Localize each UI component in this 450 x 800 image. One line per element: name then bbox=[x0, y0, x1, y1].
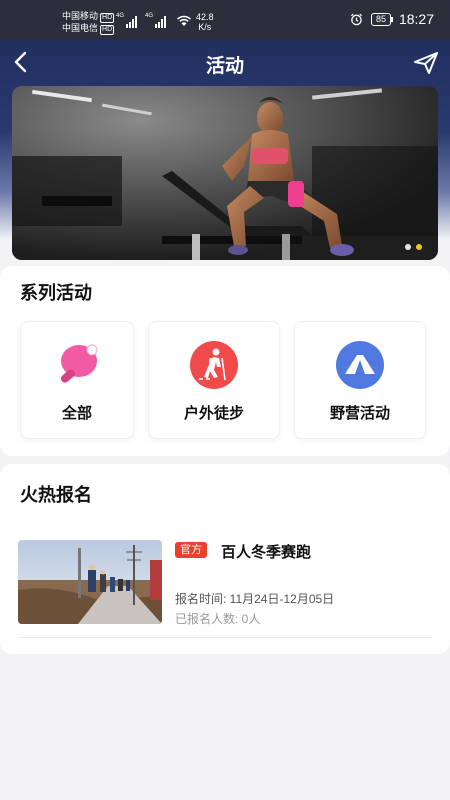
tent-icon bbox=[336, 341, 384, 389]
hot-registration-card: 火热报名 官方 百人冬季赛跑 报名时间: 11月24日-12月05日 已报名人数… bbox=[0, 464, 450, 654]
share-send-icon[interactable] bbox=[412, 50, 440, 76]
section-title-hot: 火热报名 bbox=[20, 485, 92, 505]
alarm-icon bbox=[350, 13, 362, 25]
banner-image bbox=[12, 86, 438, 260]
category-label: 全部 bbox=[61, 405, 92, 422]
nav-bar: 活动 bbox=[0, 40, 450, 86]
category-tile-hiking[interactable]: 户外徒步 bbox=[148, 321, 280, 439]
event-list-item[interactable]: 官方 百人冬季赛跑 报名时间: 11月24日-12月05日 已报名人数: 0人 bbox=[18, 538, 432, 638]
banner-carousel[interactable] bbox=[12, 86, 438, 260]
series-activities-card: 系列活动 全部 户外徒步 野营活动 bbox=[0, 266, 450, 456]
ping-pong-icon bbox=[60, 344, 98, 383]
hiking-icon bbox=[190, 341, 238, 389]
page-title: 活动 bbox=[205, 56, 244, 77]
hd-badge: HD bbox=[100, 25, 115, 35]
official-tag: 官方 bbox=[175, 542, 207, 558]
event-registration-time: 报名时间: 11月24日-12月05日 bbox=[175, 592, 335, 606]
network-type-2: 4G bbox=[145, 13, 154, 19]
category-label: 户外徒步 bbox=[183, 405, 244, 422]
status-bar: 中国移动 HD 中国电信 HD 4G 4G 42.8 K/s 85 18:27 bbox=[0, 0, 450, 40]
event-thumbnail bbox=[18, 540, 162, 624]
event-registered-count: 已报名人数: 0人 bbox=[175, 612, 261, 626]
carousel-dot-active[interactable] bbox=[416, 244, 422, 250]
signal-icon: 4G 4G bbox=[116, 13, 166, 28]
section-title-series: 系列活动 bbox=[20, 283, 92, 303]
event-title: 百人冬季赛跑 bbox=[221, 544, 312, 561]
network-type-1: 4G bbox=[116, 13, 125, 19]
clock: 18:27 bbox=[398, 11, 434, 27]
carrier-1: 中国移动 bbox=[62, 11, 99, 21]
hd-badge: HD bbox=[100, 13, 115, 23]
battery-icon: 85 bbox=[370, 12, 393, 26]
category-tile-camping[interactable]: 野营活动 bbox=[294, 321, 426, 439]
carrier-info: 中国移动 HD 中国电信 HD bbox=[62, 11, 115, 35]
network-speed: 42.8 K/s bbox=[196, 12, 214, 32]
category-tile-all[interactable]: 全部 bbox=[20, 321, 134, 439]
category-label: 野营活动 bbox=[329, 405, 390, 422]
carousel-dot[interactable] bbox=[405, 244, 411, 250]
wifi-icon bbox=[176, 15, 192, 26]
carousel-indicator bbox=[405, 244, 422, 250]
carrier-2: 中国电信 bbox=[62, 23, 99, 33]
